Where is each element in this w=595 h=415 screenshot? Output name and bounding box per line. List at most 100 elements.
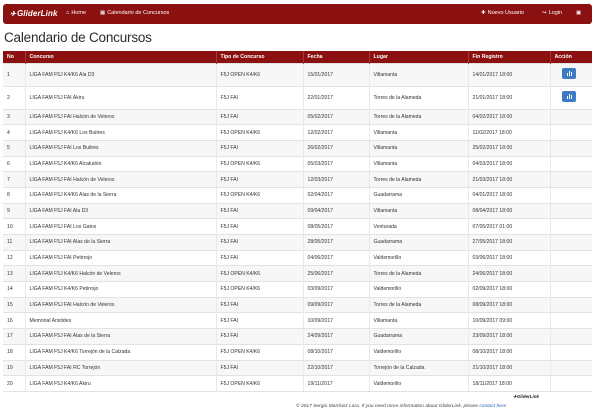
table-row: 1 LIGA FAM F5J K4/K6 Ala D3 F5J OPEN K4/K6… bbox=[3, 62, 592, 86]
cell-fin-registro: 27/05/2017 18:00 bbox=[468, 234, 551, 251]
table-row: 8 LIGA FAM F5J K4/K6 Alas de la Sierra F5J… bbox=[3, 186, 592, 204]
nav-new-user[interactable]: ✚ Nuevo Usuario bbox=[481, 10, 524, 16]
cell-accion bbox=[550, 108, 592, 125]
footer-logo: ✈GliderLink bbox=[513, 394, 539, 400]
cell-tipo: F5J OPEN K4/K6 bbox=[216, 186, 304, 204]
nav-calendar[interactable]: ▦ Calendario de Concursos bbox=[100, 10, 169, 16]
cell-lugar: Villamanta bbox=[369, 124, 469, 141]
cell-fecha: 08/05/2017 bbox=[303, 218, 370, 235]
col-header-tipo: Tipo de Concurso bbox=[216, 51, 304, 63]
cell-lugar: Valdemorillo bbox=[369, 249, 469, 266]
cell-fin-registro: 08/10/2017 18:00 bbox=[468, 343, 551, 360]
table-row: 2 LIGA FAM F5J FAI Akiru F5J FAI 22/01/2017… bbox=[3, 85, 592, 109]
cell-accion bbox=[550, 218, 592, 235]
cell-no: 13 bbox=[3, 265, 26, 282]
cell-fin-registro: 24/06/2017 18:00 bbox=[468, 265, 551, 282]
cell-accion bbox=[550, 343, 592, 360]
table-row: 12 LIGA FAM F5J FAI Petirrojo F5J FAI 04/06… bbox=[3, 249, 592, 266]
cell-fecha: 26/02/2017 bbox=[303, 139, 370, 157]
cell-fin-registro: 25/02/2017 18:00 bbox=[468, 139, 551, 157]
table-row: 3 LIGA FAM F5J FAI Halcón de Veleros F5J F… bbox=[3, 108, 592, 125]
footer-text: © 2017 Sergio Martínez Lara. If you need… bbox=[296, 404, 506, 409]
cell-accion bbox=[550, 281, 592, 298]
glider-logo-icon: ✈ bbox=[10, 11, 16, 18]
cell-concurso: LIGA FAM F5J FAI Ala D3 bbox=[25, 202, 217, 219]
cell-no: 2 bbox=[3, 85, 26, 109]
cell-fin-registro: 18/11/2017 18:00 bbox=[468, 375, 551, 392]
cell-fin-registro: 11/02/2017 18:00 bbox=[468, 124, 551, 141]
cell-no: 8 bbox=[3, 186, 26, 204]
cell-fin-registro: 04/03/2017 18:00 bbox=[468, 155, 551, 172]
results-chart-button[interactable] bbox=[561, 91, 576, 102]
cell-no: 4 bbox=[3, 124, 26, 141]
cell-fecha: 22/01/2017 bbox=[303, 85, 370, 109]
table-row: 14 LIGA FAM F5J K4/K6 Petirrojo F5J OPEN K… bbox=[3, 281, 592, 298]
login-icon: ↪ bbox=[542, 10, 547, 16]
cell-fin-registro: 08/09/2017 18:00 bbox=[468, 296, 551, 313]
cell-fin-registro: 23/09/2017 18:00 bbox=[468, 328, 551, 345]
cell-lugar: Venturada bbox=[369, 218, 469, 235]
col-header-fin-registro: Fin Registro bbox=[468, 51, 551, 63]
cell-lugar: Torrejón de la Calzada bbox=[369, 359, 469, 376]
cell-fecha: 25/06/2017 bbox=[303, 265, 370, 282]
table-row: 10 LIGA FAM F5J FAI Los Gatos F5J FAI 08/05… bbox=[3, 218, 592, 235]
cell-concurso: LIGA FAM F5J FAI Halcón de Veleros bbox=[25, 296, 217, 313]
cell-lugar: Valdemorillo bbox=[369, 375, 469, 392]
cell-no: 17 bbox=[3, 328, 26, 345]
cell-concurso: Memorial Aristides bbox=[25, 312, 217, 329]
cell-tipo: F5J FAI bbox=[216, 202, 304, 219]
cell-tipo: F5J FAI bbox=[216, 218, 304, 235]
table-row: 16 Memorial Aristides F5J FAI 10/09/2017 Vil… bbox=[3, 312, 592, 329]
nav-login-label: Login bbox=[548, 10, 563, 16]
cell-fin-registro: 02/09/2017 18:00 bbox=[468, 281, 551, 298]
table-row: 5 LIGA FAM F5J FAI Los Buitres F5J FAI 26/0… bbox=[3, 139, 592, 157]
cell-concurso: LIGA FAM F5J K4/K6 Akiru bbox=[25, 375, 217, 392]
cell-accion bbox=[550, 249, 592, 266]
cell-accion bbox=[550, 124, 592, 141]
nav-login[interactable]: ↪ Login bbox=[542, 10, 562, 16]
cell-concurso: LIGA FAM F5J FAI RC Torrejón bbox=[25, 359, 217, 376]
cell-fin-registro: 04/01/2017 18:00 bbox=[468, 186, 551, 204]
cell-no: 15 bbox=[3, 296, 26, 313]
cell-accion bbox=[550, 171, 592, 188]
cell-tipo: F5J OPEN K4/K6 bbox=[216, 281, 304, 298]
cell-accion bbox=[550, 139, 592, 157]
cell-tipo: F5J FAI bbox=[216, 296, 304, 313]
table-row: 15 LIGA FAM F5J FAI Halcón de Veleros F5J … bbox=[3, 296, 592, 313]
cell-fin-registro: 21/03/2017 18:00 bbox=[468, 171, 551, 188]
cell-lugar: Villamanta bbox=[369, 312, 469, 329]
col-header-no: No bbox=[3, 51, 26, 63]
cell-tipo: F5J OPEN K4/K6 bbox=[216, 343, 304, 360]
contact-link[interactable]: contact here bbox=[479, 404, 506, 409]
cell-lugar: Valdemorillo bbox=[369, 343, 469, 360]
cell-fin-registro: 10/09/2017 09:00 bbox=[468, 312, 551, 329]
cell-lugar: Torres de la Alameda bbox=[369, 108, 469, 125]
nav-new-user-label: Nuevo Usuario bbox=[487, 10, 524, 16]
table-row: 17 LIGA FAM F5J FAI Alas de la Sierra F5J … bbox=[3, 328, 592, 345]
table-row: 19 LIGA FAM F5J FAI RC Torrejón F5J FAI 22/… bbox=[3, 359, 592, 376]
cell-concurso: LIGA FAM F5J FAI Alas de la Sierra bbox=[25, 234, 217, 251]
table-row: 13 LIGA FAM F5J K4/K6 Halcón de Veleros F5… bbox=[3, 265, 592, 282]
cell-lugar: Torres de la Alameda bbox=[369, 85, 469, 109]
nav-home[interactable]: ⌂ Home bbox=[66, 10, 86, 16]
cell-fecha: 09/09/2017 bbox=[303, 296, 370, 313]
footer-logo-text: GliderLink bbox=[516, 394, 540, 399]
cell-tipo: F5J FAI bbox=[216, 85, 304, 109]
cell-tipo: F5J FAI bbox=[216, 312, 304, 329]
cell-tipo: F5J FAI bbox=[216, 234, 304, 251]
cell-tipo: F5J FAI bbox=[216, 359, 304, 376]
cell-no: 6 bbox=[3, 155, 26, 172]
results-chart-button[interactable] bbox=[561, 68, 576, 79]
settings-icon[interactable]: ▣ bbox=[576, 10, 581, 16]
cell-accion bbox=[550, 359, 592, 376]
cell-tipo: F5J FAI bbox=[216, 249, 304, 266]
cell-tipo: F5J FAI bbox=[216, 108, 304, 125]
brand-link[interactable]: ✈GliderLink bbox=[10, 9, 58, 18]
col-header-accion: Acción bbox=[550, 51, 592, 63]
cell-accion bbox=[550, 312, 592, 329]
table-row: 20 LIGA FAM F5J K4/K6 Akiru F5J OPEN K4/K6… bbox=[3, 375, 592, 392]
cell-lugar: Guadarrama bbox=[369, 328, 469, 345]
cell-fin-registro: 21/01/2017 18:00 bbox=[468, 85, 551, 109]
calendar-icon: ▦ bbox=[100, 10, 106, 16]
cell-fin-registro: 03/06/2017 18:00 bbox=[468, 249, 551, 266]
